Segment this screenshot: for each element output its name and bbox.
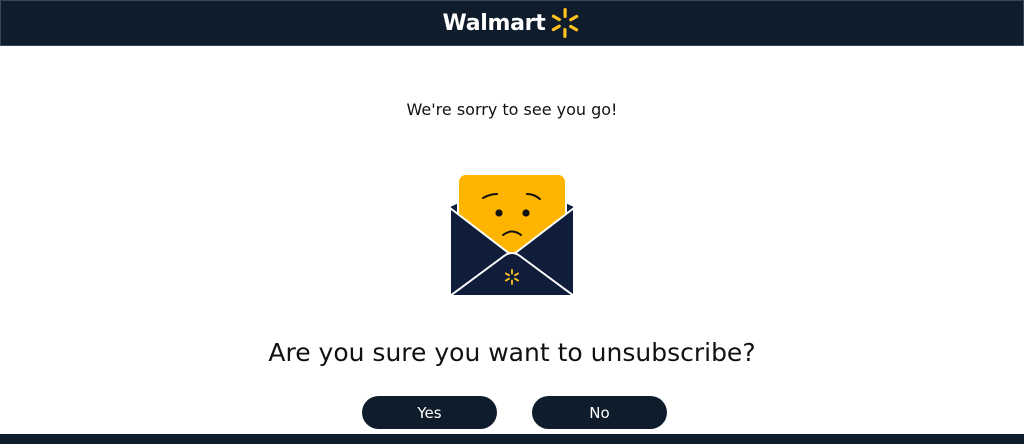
site-header: Walmart — [0, 0, 1024, 46]
unsubscribe-question: Are you sure you want to unsubscribe? — [268, 338, 756, 367]
spark-icon — [552, 8, 579, 38]
sad-envelope-icon — [449, 173, 575, 297]
brand-name: Walmart — [442, 10, 546, 36]
walmart-logo[interactable]: Walmart — [443, 7, 582, 39]
footer-bar — [0, 434, 1024, 444]
farewell-message: We're sorry to see you go! — [406, 100, 618, 119]
yes-button[interactable]: Yes — [362, 396, 497, 429]
no-button[interactable]: No — [532, 396, 667, 429]
